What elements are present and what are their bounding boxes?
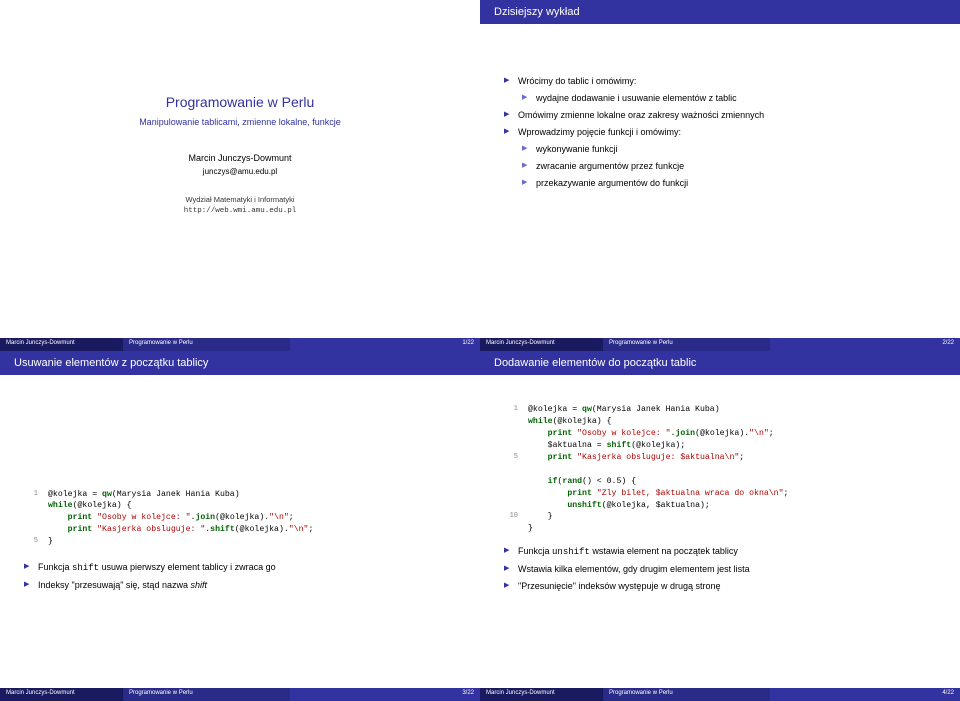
- slide-body: Wrócimy do tablic i omówimy: wydajne dod…: [480, 24, 960, 338]
- slide-body: 1@kolejka = qw(Marysia Janek Hania Kuba)…: [0, 375, 480, 689]
- slide-outline: Dzisiejszy wykład Wrócimy do tablic i om…: [480, 0, 960, 351]
- bullet-list: Funkcja unshift wstawia element na począ…: [504, 545, 936, 594]
- footer: Marcin Junczys-Dowmunt Programowanie w P…: [0, 688, 480, 701]
- slide-unshift: Dodawanie elementów do początku tablic 1…: [480, 351, 960, 701]
- code-block: 1@kolejka = qw(Marysia Janek Hania Kuba)…: [504, 393, 936, 536]
- bullet-item: Wrócimy do tablic i omówimy: wydajne dod…: [504, 75, 936, 106]
- slide-title-bar: Usuwanie elementów z początku tablicy: [0, 351, 480, 375]
- footer-author: Marcin Junczys-Dowmunt: [0, 338, 123, 351]
- footer-page: 4/22: [770, 688, 960, 701]
- bullet-item: Wprowadzimy pojęcie funkcji i omówimy: w…: [504, 126, 936, 191]
- footer-author: Marcin Junczys-Dowmunt: [0, 688, 123, 701]
- slide-title-bar: Dodawanie elementów do początku tablic: [480, 351, 960, 375]
- slide-title: Programowanie w Perlu Manipulowanie tabl…: [0, 0, 480, 351]
- bullet-item: Indeksy "przesuwają" się, stąd nazwa shi…: [24, 579, 456, 593]
- footer-author: Marcin Junczys-Dowmunt: [480, 338, 603, 351]
- sub-bullet-item: wykonywanie funkcji: [522, 143, 936, 157]
- title-body: Programowanie w Perlu Manipulowanie tabl…: [0, 0, 480, 338]
- bullet-item: Funkcja shift usuwa pierwszy element tab…: [24, 561, 456, 576]
- slide-body: 1@kolejka = qw(Marysia Janek Hania Kuba)…: [480, 375, 960, 689]
- code-block: 1@kolejka = qw(Marysia Janek Hania Kuba)…: [24, 477, 456, 548]
- slide-shift: Usuwanie elementów z początku tablicy 1@…: [0, 351, 480, 701]
- footer-page: 1/22: [290, 338, 480, 351]
- bullet-list: Wrócimy do tablic i omówimy: wydajne dod…: [504, 75, 936, 191]
- sub-bullet-item: wydajne dodawanie i usuwanie elementów z…: [522, 92, 936, 106]
- bullet-item: Funkcja unshift wstawia element na począ…: [504, 545, 936, 560]
- bullet-list: Funkcja shift usuwa pierwszy element tab…: [24, 558, 456, 596]
- email: junczys@amu.edu.pl: [203, 166, 277, 178]
- affiliation-url: http://web.wmi.amu.edu.pl: [184, 206, 297, 218]
- footer: Marcin Junczys-Dowmunt Programowanie w P…: [0, 338, 480, 351]
- sub-bullet-item: zwracanie argumentów przez funkcje: [522, 160, 936, 174]
- footer-title: Programowanie w Perlu: [603, 688, 770, 701]
- footer-title: Programowanie w Perlu: [603, 338, 770, 351]
- footer-page: 3/22: [290, 688, 480, 701]
- footer-page: 2/22: [770, 338, 960, 351]
- subtitle: Manipulowanie tablicami, zmienne lokalne…: [139, 116, 341, 130]
- bullet-item: Wstawia kilka elementów, gdy drugim elem…: [504, 563, 936, 577]
- bullet-item: "Przesunięcie" indeksów występuje w drug…: [504, 580, 936, 594]
- bullet-item: Omówimy zmienne lokalne oraz zakresy waż…: [504, 109, 936, 123]
- footer-title: Programowanie w Perlu: [123, 338, 290, 351]
- slide-title-bar: Dzisiejszy wykład: [480, 0, 960, 24]
- footer-author: Marcin Junczys-Dowmunt: [480, 688, 603, 701]
- footer: Marcin Junczys-Dowmunt Programowanie w P…: [480, 338, 960, 351]
- footer-title: Programowanie w Perlu: [123, 688, 290, 701]
- main-title: Programowanie w Perlu: [166, 92, 315, 114]
- footer: Marcin Junczys-Dowmunt Programowanie w P…: [480, 688, 960, 701]
- author: Marcin Junczys-Dowmunt: [188, 152, 291, 166]
- affiliation-line-1: Wydział Matematyki i Informatyki: [185, 194, 294, 206]
- sub-bullet-item: przekazywanie argumentów do funkcji: [522, 177, 936, 191]
